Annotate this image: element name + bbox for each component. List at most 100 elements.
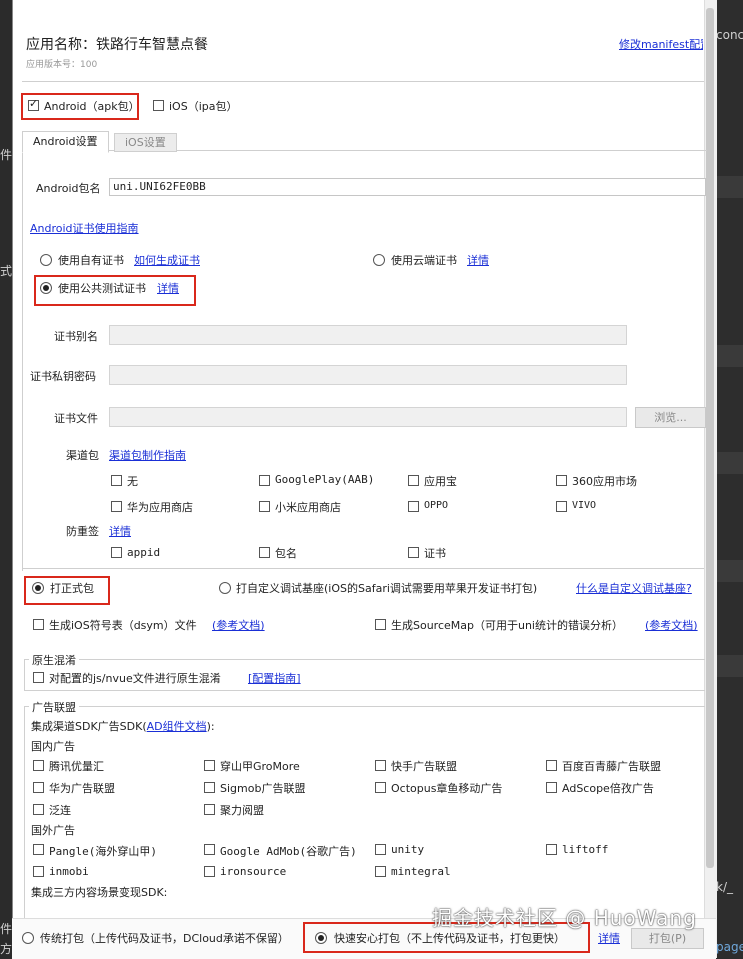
ad-checkbox[interactable]: [33, 760, 44, 771]
edit-manifest-link[interactable]: 修改manifest配置: [619, 36, 703, 52]
channel-label: 渠道包: [66, 449, 99, 462]
browse-button[interactable]: 浏览...: [635, 407, 706, 428]
cert-file-input[interactable]: [109, 407, 627, 427]
channel-checkbox[interactable]: [259, 475, 270, 486]
public-cert-radio[interactable]: [40, 282, 52, 294]
cert-alias-label: 证书别名: [54, 330, 98, 343]
cloud-cert-radio[interactable]: [373, 254, 385, 266]
ad-label: AdScope倍孜广告: [562, 782, 654, 795]
ad-checkbox[interactable]: [33, 844, 44, 855]
channel-guide-link[interactable]: 渠道包制作指南: [109, 447, 186, 463]
ad-label: 泛连: [49, 804, 71, 817]
public-cert-label: 使用公共测试证书: [58, 282, 146, 295]
anti-resign-item: appid: [127, 546, 161, 559]
obfuscation-label: 对配置的js/nvue文件进行原生混淆: [49, 672, 221, 685]
cert-guide-link[interactable]: Android证书使用指南: [30, 220, 139, 236]
channel-label-item: 小米应用商店: [275, 501, 341, 514]
fast-build-radio[interactable]: [315, 932, 327, 944]
ad-label: ironsource: [220, 865, 287, 878]
channel-label-item: VIVO: [572, 500, 597, 511]
editor-fragment: 件: [0, 148, 13, 162]
cloud-cert-detail-link[interactable]: 详情: [467, 252, 489, 268]
ad-checkbox[interactable]: [546, 760, 557, 771]
anti-resign-checkbox[interactable]: [259, 547, 270, 558]
ad-checkbox[interactable]: [375, 844, 386, 855]
ad-checkbox[interactable]: [204, 866, 215, 877]
ad-checkbox[interactable]: [375, 866, 386, 877]
own-cert-label: 使用自有证书: [58, 254, 124, 267]
divider: [22, 81, 704, 82]
ad-label: unity: [391, 843, 425, 856]
obfuscation-guide-link[interactable]: [配置指南]: [248, 670, 301, 686]
ios-label: iOS（ipa包）: [169, 100, 238, 113]
channel-checkbox[interactable]: [408, 501, 419, 512]
release-build-radio[interactable]: [32, 582, 44, 594]
channel-label-item: 应用宝: [424, 475, 457, 488]
anti-resign-checkbox[interactable]: [111, 547, 122, 558]
watermark: 掘金技术社区 @ HuoWang: [432, 906, 697, 930]
anti-resign-checkbox[interactable]: [408, 547, 419, 558]
channel-checkbox[interactable]: [408, 475, 419, 486]
generate-cert-link[interactable]: 如何生成证书: [134, 252, 200, 268]
ad-checkbox[interactable]: [33, 804, 44, 815]
build-button[interactable]: 打包(P): [631, 928, 704, 949]
cert-password-input[interactable]: [109, 365, 627, 385]
ios-checkbox[interactable]: [153, 100, 164, 111]
editor-fragment: 方: [0, 942, 13, 956]
ads-integrate-suffix: ):: [206, 720, 215, 733]
ad-label: Google AdMob(谷歌广告): [220, 845, 357, 858]
ad-checkbox[interactable]: [204, 760, 215, 771]
anti-resign-detail-link[interactable]: 详情: [109, 523, 131, 539]
channel-label-item: GooglePlay(AAB): [275, 473, 375, 486]
obfuscation-title: 原生混淆: [29, 652, 79, 668]
app-name: 应用名称：铁路行车智慧点餐: [26, 37, 208, 53]
traditional-build-radio[interactable]: [22, 932, 34, 944]
ad-checkbox[interactable]: [375, 760, 386, 771]
custom-base-help-link[interactable]: 什么是自定义调试基座?: [576, 580, 704, 596]
android-checkbox[interactable]: [28, 97, 39, 111]
ad-checkbox[interactable]: [204, 844, 215, 855]
android-label: Android（apk包）: [44, 100, 140, 113]
ad-label: Pangle(海外穿山甲): [49, 845, 157, 858]
sourcemap-checkbox[interactable]: [375, 619, 386, 630]
ad-checkbox[interactable]: [375, 782, 386, 793]
channel-checkbox[interactable]: [111, 475, 122, 486]
ad-component-doc-link[interactable]: AD组件文档: [147, 720, 207, 733]
ads-title: 广告联盟: [29, 699, 79, 715]
ad-checkbox[interactable]: [546, 782, 557, 793]
own-cert-radio[interactable]: [40, 254, 52, 266]
channel-checkbox[interactable]: [259, 501, 270, 512]
tab-ios-settings[interactable]: iOS设置: [114, 133, 177, 152]
ad-checkbox[interactable]: [204, 782, 215, 793]
fast-build-label: 快速安心打包（不上传代码及证书，打包更快）: [334, 932, 565, 945]
ad-checkbox[interactable]: [33, 866, 44, 877]
tab-android-settings[interactable]: Android设置: [22, 131, 109, 153]
ad-label: 华为广告联盟: [49, 782, 115, 795]
cert-alias-input[interactable]: [109, 325, 627, 345]
editor-left-edge: [0, 0, 12, 958]
editor-fragment: conc: [716, 28, 743, 42]
ad-checkbox[interactable]: [33, 782, 44, 793]
ad-label: 聚力阅盟: [220, 804, 264, 817]
ad-checkbox[interactable]: [546, 844, 557, 855]
scrollbar-thumb[interactable]: [706, 8, 714, 868]
public-cert-detail-link[interactable]: 详情: [157, 280, 179, 296]
traditional-build-label: 传统打包（上传代码及证书，DCloud承诺不保留）: [40, 932, 289, 945]
dsym-checkbox[interactable]: [33, 619, 44, 630]
dsym-doc-link[interactable]: (参考文档): [212, 617, 265, 633]
package-name-input[interactable]: uni.UNI62FE0BB: [109, 178, 706, 196]
channel-label-item: OPPO: [424, 500, 449, 511]
custom-base-radio[interactable]: [219, 582, 231, 594]
obfuscation-checkbox[interactable]: [33, 672, 44, 683]
ad-checkbox[interactable]: [204, 804, 215, 815]
ad-label: Sigmob广告联盟: [220, 782, 306, 795]
domestic-ads-label: 国内广告: [31, 740, 75, 753]
ad-label: mintegral: [391, 865, 451, 878]
channel-checkbox[interactable]: [556, 501, 567, 512]
sourcemap-doc-link[interactable]: (参考文档): [645, 617, 698, 633]
package-name-label: Android包名: [36, 182, 101, 195]
channel-checkbox[interactable]: [111, 501, 122, 512]
channel-checkbox[interactable]: [556, 475, 567, 486]
app-version: 应用版本号：100: [26, 60, 98, 70]
fast-build-detail-link[interactable]: 详情: [598, 930, 620, 946]
